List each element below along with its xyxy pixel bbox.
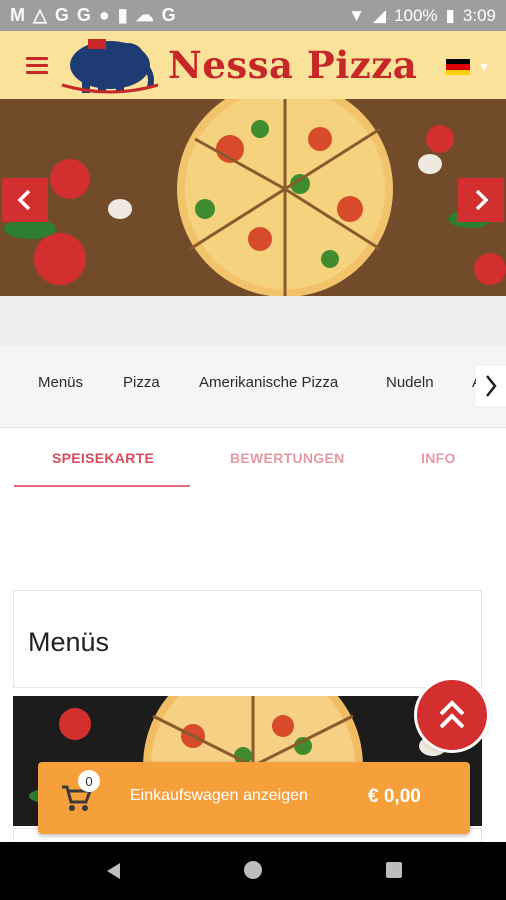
tab-bar: SPEISEKARTE BEWERTUNGEN INFO bbox=[0, 428, 506, 490]
scroll-top-button[interactable] bbox=[417, 680, 487, 750]
tab-bewertungen[interactable]: BEWERTUNGEN bbox=[230, 450, 345, 466]
chevron-down-icon[interactable]: ▼ bbox=[478, 60, 490, 74]
google-icon: G bbox=[54, 5, 69, 25]
slider-next-button[interactable] bbox=[458, 178, 504, 222]
spacer bbox=[0, 296, 506, 346]
chevron-left-icon bbox=[17, 189, 31, 211]
circle-icon: ● bbox=[98, 5, 110, 25]
view-cart-button[interactable]: 0 Einkaufswagen anzeigen € 0,00 bbox=[38, 762, 470, 834]
category-item[interactable]: Pizza bbox=[123, 374, 160, 391]
menu-icon[interactable] bbox=[26, 56, 48, 74]
cart-total: € 0,00 bbox=[368, 786, 421, 807]
signal-icon: ◢ bbox=[372, 5, 387, 25]
wifi-icon: ▼ bbox=[348, 5, 365, 25]
section-title: Menüs bbox=[28, 627, 110, 657]
battery-icon: ▮ bbox=[445, 5, 455, 25]
category-scroll-right-button[interactable] bbox=[476, 366, 506, 406]
home-icon[interactable] bbox=[244, 861, 262, 879]
section-header-card: Menüs bbox=[13, 590, 482, 688]
category-item[interactable]: Menüs bbox=[38, 374, 83, 391]
double-chevron-up-icon bbox=[439, 700, 465, 729]
elephant-logo bbox=[61, 39, 159, 94]
status-bar: M △ G G ● ▮ ☁ G ▼ ◢ 100% ▮ 3:09 bbox=[0, 0, 506, 31]
hero-banner bbox=[0, 99, 506, 296]
category-strip[interactable]: Menüs Pizza Amerikanische Pizza Nudeln A bbox=[0, 346, 506, 428]
back-icon[interactable] bbox=[104, 861, 122, 881]
google-icon: G bbox=[76, 5, 91, 25]
drive-icon: △ bbox=[33, 5, 47, 25]
cart-count-badge: 0 bbox=[78, 770, 100, 792]
system-nav-bar bbox=[0, 842, 506, 900]
tab-speisekarte[interactable]: SPEISEKARTE bbox=[52, 450, 154, 466]
slider-prev-button[interactable] bbox=[2, 178, 48, 222]
pizza-banner-image bbox=[0, 99, 506, 296]
cart-label: Einkaufswagen anzeigen bbox=[130, 787, 308, 804]
gmail-icon: M bbox=[10, 5, 25, 25]
battery-percent: 100% bbox=[394, 5, 438, 25]
brand-name: Nessa Pizza bbox=[168, 43, 418, 87]
recents-icon[interactable] bbox=[386, 862, 402, 878]
notification-icons: M △ G G ● ▮ ☁ G bbox=[10, 5, 176, 26]
chevron-right-icon bbox=[475, 189, 489, 211]
tab-indicator bbox=[14, 485, 190, 487]
app-header: Nessa Pizza ▼ bbox=[0, 31, 506, 99]
tab-info[interactable]: INFO bbox=[421, 450, 456, 466]
category-item[interactable]: Amerikanische Pizza bbox=[199, 374, 338, 391]
german-flag-icon[interactable] bbox=[446, 59, 470, 75]
clock: 3:09 bbox=[462, 5, 496, 25]
chevron-right-icon bbox=[486, 375, 497, 397]
google-icon: G bbox=[161, 5, 176, 25]
category-item[interactable]: Nudeln bbox=[386, 374, 434, 391]
sd-card-icon: ▮ bbox=[117, 5, 128, 25]
cloud-icon: ☁ bbox=[135, 5, 154, 25]
